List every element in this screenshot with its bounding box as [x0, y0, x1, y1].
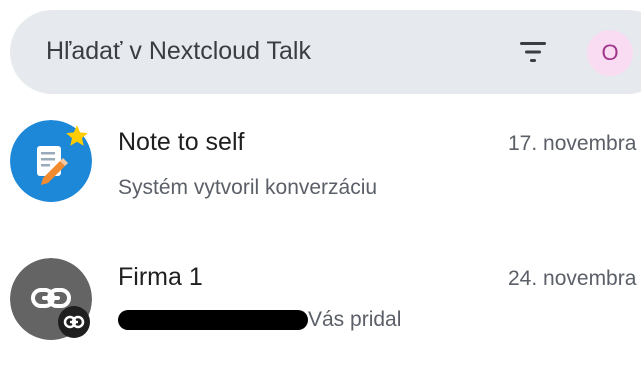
- favorite-star-icon: [66, 125, 88, 146]
- conversation-last-message: Systém vytvoril konverzáciu: [118, 176, 378, 199]
- conversation-firma-1[interactable]: Firma 1 24. novembra Vás pridal: [0, 255, 641, 365]
- search-bar[interactable]: Hľadať v Nextcloud Talk O: [10, 10, 641, 94]
- conversation-name: Note to self: [118, 128, 245, 156]
- filter-icon[interactable]: [520, 40, 546, 64]
- conversation-note-to-self[interactable]: Note to self Systém vytvoril konverzáciu…: [0, 112, 641, 222]
- conversation-date: 24. novembra: [508, 267, 637, 290]
- redacted-sender: [118, 310, 308, 330]
- conversation-name: Firma 1: [118, 263, 203, 291]
- link-badge-icon: [58, 306, 90, 338]
- conversation-last-message: Vás pridal: [308, 308, 402, 331]
- user-avatar[interactable]: O: [587, 30, 633, 76]
- conversation-date: 17. novembra: [508, 132, 637, 155]
- search-placeholder: Hľadať v Nextcloud Talk: [46, 37, 311, 65]
